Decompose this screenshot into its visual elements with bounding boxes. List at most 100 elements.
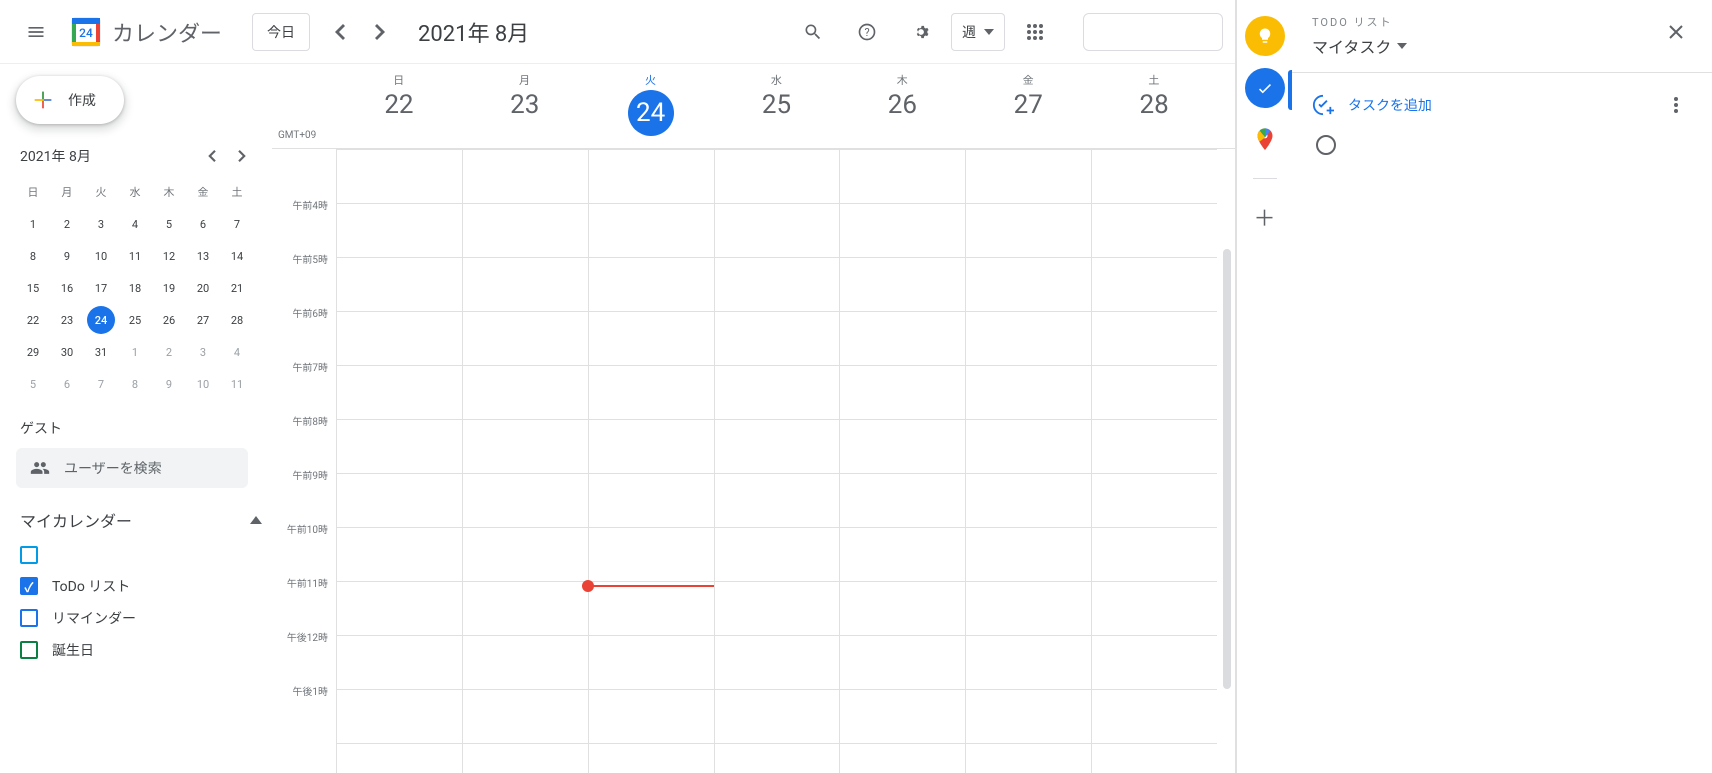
week-grid[interactable]: [336, 149, 1217, 773]
mini-date-cell[interactable]: 6: [53, 370, 81, 398]
mini-date-cell[interactable]: 17: [87, 274, 115, 302]
mini-date-cell[interactable]: 11: [121, 242, 149, 270]
mini-date-cell[interactable]: 31: [87, 338, 115, 366]
mini-date-cell[interactable]: 8: [19, 242, 47, 270]
close-panel-button[interactable]: [1658, 14, 1694, 50]
mini-date-cell[interactable]: 4: [121, 210, 149, 238]
calendar-list-item[interactable]: [16, 540, 266, 570]
mini-date-cell[interactable]: 10: [87, 242, 115, 270]
day-column[interactable]: [462, 150, 588, 773]
mini-date-cell[interactable]: 1: [19, 210, 47, 238]
mini-date-cell[interactable]: 4: [223, 338, 251, 366]
mini-date-cell[interactable]: 14: [223, 242, 251, 270]
day-column[interactable]: [965, 150, 1091, 773]
mini-date-cell[interactable]: 18: [121, 274, 149, 302]
calendar-list-item[interactable]: ✓ToDo リスト: [16, 570, 266, 602]
calendar-checkbox[interactable]: ✓: [20, 577, 38, 595]
mini-date-cell[interactable]: 3: [189, 338, 217, 366]
mini-date-cell[interactable]: 5: [19, 370, 47, 398]
mini-date-cell[interactable]: 26: [155, 306, 183, 334]
task-list-name: マイタスク: [1312, 34, 1391, 58]
day-header[interactable]: 月23: [462, 64, 588, 148]
next-week-button[interactable]: [360, 12, 400, 52]
day-short-label: 火: [588, 72, 714, 88]
day-column[interactable]: [588, 150, 714, 773]
mini-date-cell[interactable]: 30: [53, 338, 81, 366]
guest-search[interactable]: ユーザーを検索: [16, 448, 248, 488]
day-header[interactable]: 木26: [839, 64, 965, 148]
calendar-list-item[interactable]: 誕生日: [16, 634, 266, 666]
day-header[interactable]: 土28: [1091, 64, 1217, 148]
mini-date-cell[interactable]: 21: [223, 274, 251, 302]
mini-date-cell[interactable]: 2: [155, 338, 183, 366]
tasks-app-button[interactable]: [1245, 68, 1285, 108]
create-button[interactable]: 作成: [16, 76, 124, 124]
mini-prev-month[interactable]: [198, 142, 226, 170]
day-header[interactable]: 水25: [714, 64, 840, 148]
task-checkbox[interactable]: [1316, 135, 1336, 155]
calendar-checkbox[interactable]: [20, 546, 38, 564]
mini-calendar-title: 2021年 8月: [20, 146, 91, 166]
add-addon-button[interactable]: ＋: [1245, 197, 1285, 237]
mini-date-cell[interactable]: 16: [53, 274, 81, 302]
mini-date-cell[interactable]: 15: [19, 274, 47, 302]
day-header[interactable]: 金27: [965, 64, 1091, 148]
day-number: 26: [839, 90, 965, 120]
mini-date-cell[interactable]: 27: [189, 306, 217, 334]
search-button[interactable]: [789, 8, 837, 56]
mini-date-cell[interactable]: 19: [155, 274, 183, 302]
mini-date-cell[interactable]: 24: [87, 306, 115, 334]
help-button[interactable]: ?: [843, 8, 891, 56]
prev-week-button[interactable]: [320, 12, 360, 52]
mini-date-cell[interactable]: 23: [53, 306, 81, 334]
day-column[interactable]: [1091, 150, 1217, 773]
apps-button[interactable]: [1011, 8, 1059, 56]
mini-date-cell[interactable]: 1: [121, 338, 149, 366]
vertical-scrollbar[interactable]: [1223, 249, 1231, 689]
day-header[interactable]: 日22: [336, 64, 462, 148]
day-column[interactable]: [714, 150, 840, 773]
task-list-selector[interactable]: マイタスク: [1312, 34, 1407, 58]
mini-next-month[interactable]: [228, 142, 256, 170]
add-task-label: タスクを追加: [1348, 95, 1432, 115]
mini-date-cell[interactable]: 10: [189, 370, 217, 398]
calendar-list-item[interactable]: リマインダー: [16, 602, 266, 634]
maps-app-button[interactable]: [1245, 120, 1285, 160]
mini-date-cell[interactable]: 11: [223, 370, 251, 398]
mini-date-cell[interactable]: 3: [87, 210, 115, 238]
calendar-checkbox[interactable]: [20, 641, 38, 659]
mini-date-cell[interactable]: 13: [189, 242, 217, 270]
mini-date-cell[interactable]: 2: [53, 210, 81, 238]
day-column[interactable]: [336, 150, 462, 773]
mini-date-cell[interactable]: 9: [155, 370, 183, 398]
today-button[interactable]: 今日: [252, 13, 310, 51]
my-calendars-toggle[interactable]: マイカレンダー: [20, 508, 262, 532]
mini-date-cell[interactable]: 25: [121, 306, 149, 334]
mini-date-cell[interactable]: 22: [19, 306, 47, 334]
mini-date-cell[interactable]: 28: [223, 306, 251, 334]
mini-date-cell[interactable]: 7: [87, 370, 115, 398]
mini-date-cell[interactable]: 5: [155, 210, 183, 238]
chevron-down-icon: [1397, 43, 1407, 49]
mini-date-cell[interactable]: 29: [19, 338, 47, 366]
mini-date-cell[interactable]: 12: [155, 242, 183, 270]
keep-app-button[interactable]: [1245, 16, 1285, 56]
mini-date-cell[interactable]: 9: [53, 242, 81, 270]
day-header[interactable]: 火24: [588, 64, 714, 148]
task-menu-button[interactable]: [1658, 87, 1694, 123]
calendar-checkbox[interactable]: [20, 609, 38, 627]
empty-task-item[interactable]: [1312, 123, 1694, 167]
chevron-up-icon: [250, 516, 262, 524]
day-short-label: 金: [965, 72, 1091, 88]
add-task-icon: [1312, 94, 1334, 116]
mini-date-cell[interactable]: 6: [189, 210, 217, 238]
account-placeholder[interactable]: [1083, 13, 1223, 51]
mini-date-cell[interactable]: 8: [121, 370, 149, 398]
add-task-button[interactable]: タスクを追加: [1312, 94, 1432, 116]
mini-date-cell[interactable]: 20: [189, 274, 217, 302]
view-selector[interactable]: 週: [951, 13, 1005, 51]
day-column[interactable]: [839, 150, 965, 773]
mini-date-cell[interactable]: 7: [223, 210, 251, 238]
settings-button[interactable]: [897, 8, 945, 56]
menu-button[interactable]: [12, 8, 60, 56]
